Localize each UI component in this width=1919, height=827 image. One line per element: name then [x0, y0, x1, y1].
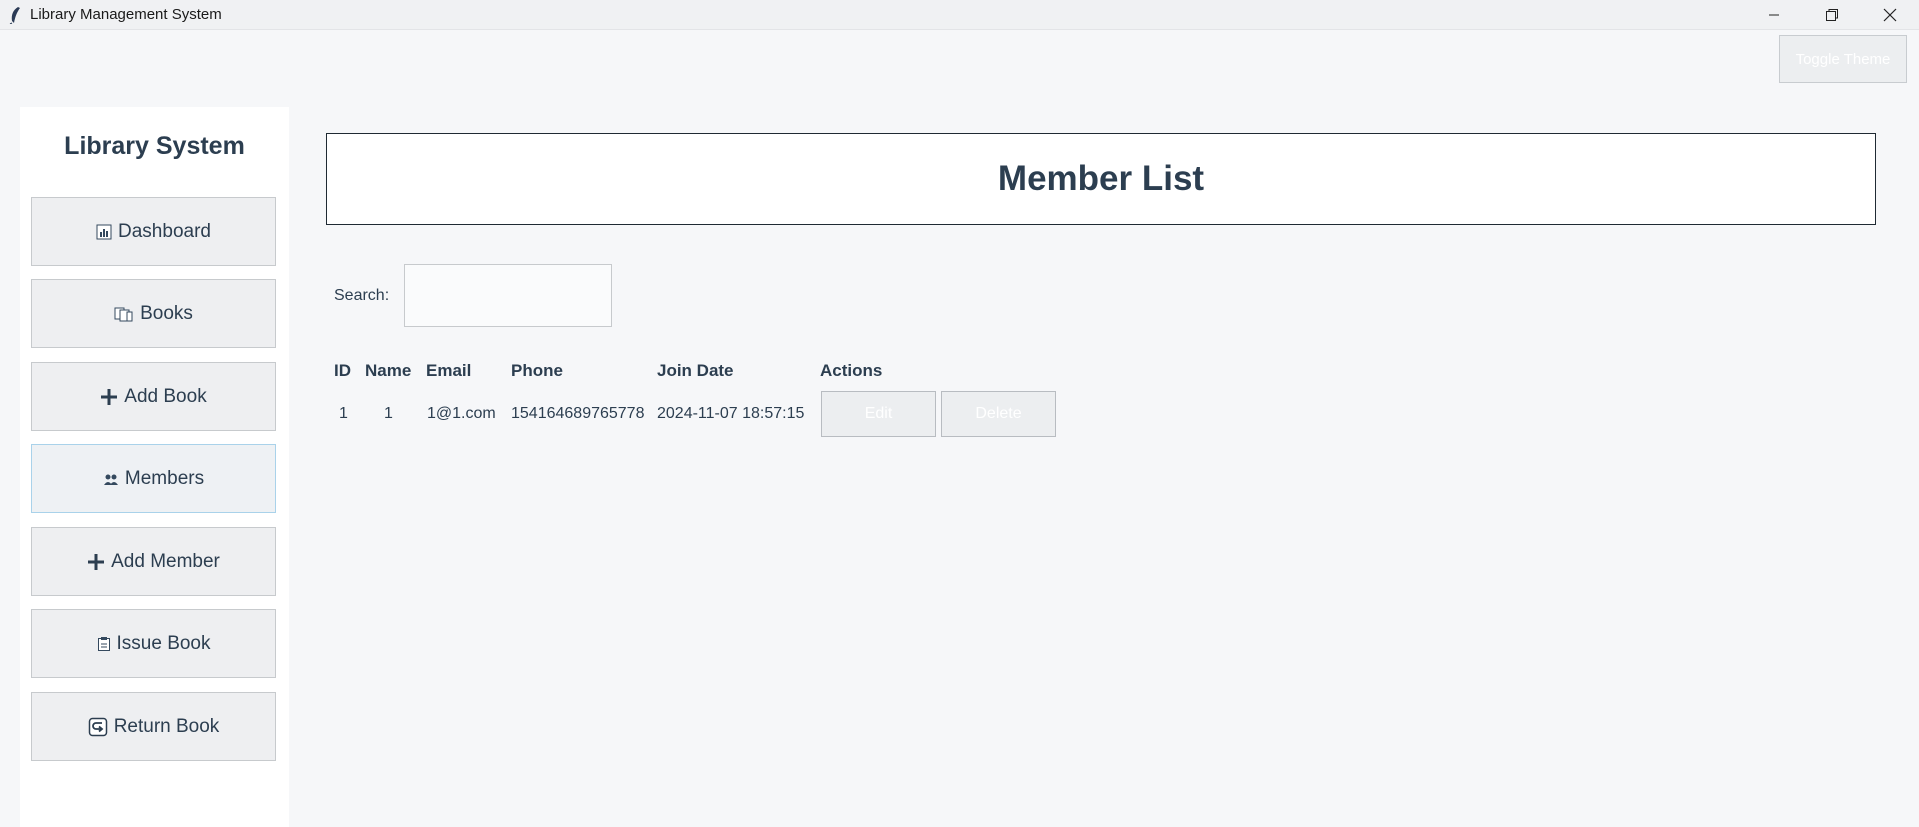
restore-icon [1826, 9, 1838, 21]
minimize-icon [1769, 14, 1779, 16]
return-icon [88, 717, 108, 737]
feather-icon [4, 6, 26, 24]
sidebar-item-label: Add Member [111, 550, 220, 572]
cell-join-date: 2024-11-07 18:57:15 [657, 405, 805, 422]
sidebar-item-add-book[interactable]: Add Book [31, 362, 276, 431]
search-input[interactable] [404, 264, 612, 327]
edit-button[interactable]: Edit [821, 391, 936, 437]
column-header-id: ID [334, 361, 351, 380]
books-icon [114, 306, 134, 322]
sidebar-item-label: Issue Book [116, 632, 211, 654]
close-button[interactable] [1861, 0, 1919, 30]
sidebar-item-issue-book[interactable]: Issue Book [31, 609, 276, 678]
plus-icon [87, 553, 105, 571]
delete-button[interactable]: Delete [941, 391, 1056, 437]
window-titlebar: Library Management System [0, 0, 1919, 30]
column-header-join-date: Join Date [657, 361, 734, 380]
restore-button[interactable] [1803, 0, 1861, 30]
close-icon [1883, 8, 1897, 22]
window-title: Library Management System [30, 6, 222, 23]
column-header-actions: Actions [820, 361, 883, 380]
sidebar-item-dashboard[interactable]: Dashboard [31, 197, 276, 266]
minimize-button[interactable] [1745, 0, 1803, 30]
sidebar-item-add-member[interactable]: Add Member [31, 527, 276, 596]
sidebar-item-label: Books [140, 302, 193, 324]
column-header-email: Email [426, 361, 472, 380]
clipboard-icon [97, 636, 111, 652]
bar-chart-icon [96, 224, 112, 240]
column-header-name: Name [365, 361, 412, 380]
cell-id: 1 [339, 405, 348, 422]
page-title: Member List [997, 159, 1205, 198]
plus-icon [100, 388, 118, 406]
sidebar-item-label: Dashboard [118, 220, 211, 242]
cell-phone: 154164689765778 [511, 405, 645, 422]
search-label: Search: [334, 287, 390, 304]
sidebar-item-label: Add Book [124, 385, 207, 407]
cell-email: 1@1.com [427, 405, 496, 422]
members-icon [103, 472, 119, 486]
sidebar-title: Library System [64, 132, 245, 160]
sidebar-item-books[interactable]: Books [31, 279, 276, 348]
toggle-theme-button[interactable]: Toggle Theme [1779, 35, 1907, 83]
page-header: Member List [326, 133, 1876, 225]
sidebar-item-label: Return Book [113, 715, 220, 737]
sidebar-item-return-book[interactable]: Return Book [31, 692, 276, 761]
column-header-phone: Phone [511, 361, 563, 380]
sidebar-item-members[interactable]: Members [31, 444, 276, 513]
cell-name: 1 [384, 405, 393, 422]
sidebar-item-label: Members [124, 467, 205, 489]
